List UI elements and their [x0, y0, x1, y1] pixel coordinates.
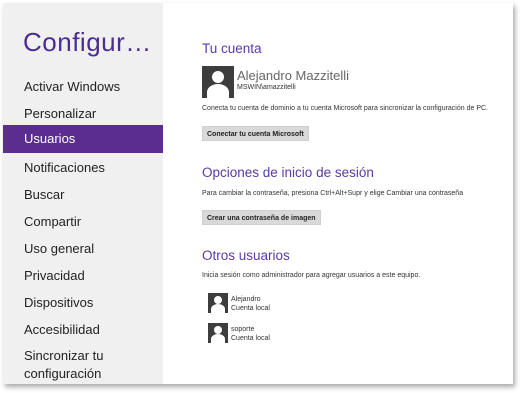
pc-settings-window: Configur… Activar Windows Personalizar U…	[3, 3, 513, 384]
sidebar-item-label: Usuarios	[24, 131, 76, 146]
section-title-tu-cuenta: Tu cuenta	[202, 41, 262, 56]
sidebar-item-dispositivos[interactable]: Dispositivos	[3, 294, 163, 312]
sidebar-item-label: Dispositivos	[24, 295, 94, 310]
user-silhouette-icon	[202, 66, 234, 98]
user-silhouette-icon	[208, 293, 228, 313]
sidebar-item-uso-general[interactable]: Uso general	[3, 240, 163, 258]
account-login-name: MSWIN\amazzitelli	[237, 84, 296, 91]
sidebar-item-compartir[interactable]: Compartir	[3, 213, 163, 231]
connect-microsoft-account-button[interactable]: Conectar tu cuenta Microsoft	[202, 126, 309, 141]
settings-sidebar: Configur… Activar Windows Personalizar U…	[3, 3, 163, 384]
create-picture-password-button[interactable]: Crear una contraseña de imagen	[202, 210, 321, 225]
sidebar-title: Configur…	[23, 27, 152, 57]
sidebar-item-label: Personalizar	[24, 106, 97, 121]
sidebar-item-accesibilidad[interactable]: Accesibilidad	[3, 321, 163, 339]
sidebar-item-label: Accesibilidad	[24, 322, 100, 337]
other-user-name: soporte	[231, 326, 255, 333]
sidebar-item-activar-windows[interactable]: Activar Windows	[3, 78, 163, 96]
user-silhouette-icon	[208, 323, 228, 343]
other-users-description: Inicia sesión como administrador para ag…	[202, 272, 421, 279]
sidebar-item-label: Compartir	[24, 214, 82, 229]
sidebar-item-label: Buscar	[24, 187, 65, 202]
sidebar-item-usuarios[interactable]: Usuarios	[3, 125, 163, 153]
account-user-name: Alejandro Mazzitelli	[237, 68, 349, 83]
other-user-name: Alejandro	[231, 296, 261, 303]
sidebar-item-privacidad[interactable]: Privacidad	[3, 267, 163, 285]
sidebar-item-personalizar[interactable]: Personalizar	[3, 105, 163, 123]
other-user-type: Cuenta local	[231, 305, 270, 312]
section-title-signin-options: Opciones de inicio de sesión	[202, 165, 374, 180]
sidebar-item-label: Notificaciones	[24, 160, 105, 175]
sidebar-item-notificaciones[interactable]: Notificaciones	[3, 159, 163, 177]
sidebar-item-label: Uso general	[24, 241, 95, 256]
section-title-other-users: Otros usuarios	[202, 248, 290, 263]
sidebar-item-buscar[interactable]: Buscar	[3, 186, 163, 204]
sidebar-item-label: Privacidad	[24, 268, 85, 283]
account-description: Conecta tu cuenta de dominio a tu cuenta…	[202, 105, 488, 112]
signin-description: Para cambiar la contraseña, presiona Ctr…	[202, 190, 464, 197]
other-user-type: Cuenta local	[231, 335, 270, 342]
sidebar-item-label: Activar Windows	[24, 79, 121, 94]
sidebar-item-label: Sincronizar tu configuración	[24, 348, 104, 381]
settings-content: Tu cuenta Alejandro Mazzitelli MSWIN\ama…	[163, 3, 513, 384]
sidebar-item-sincronizar[interactable]: Sincronizar tu configuración	[3, 347, 163, 383]
